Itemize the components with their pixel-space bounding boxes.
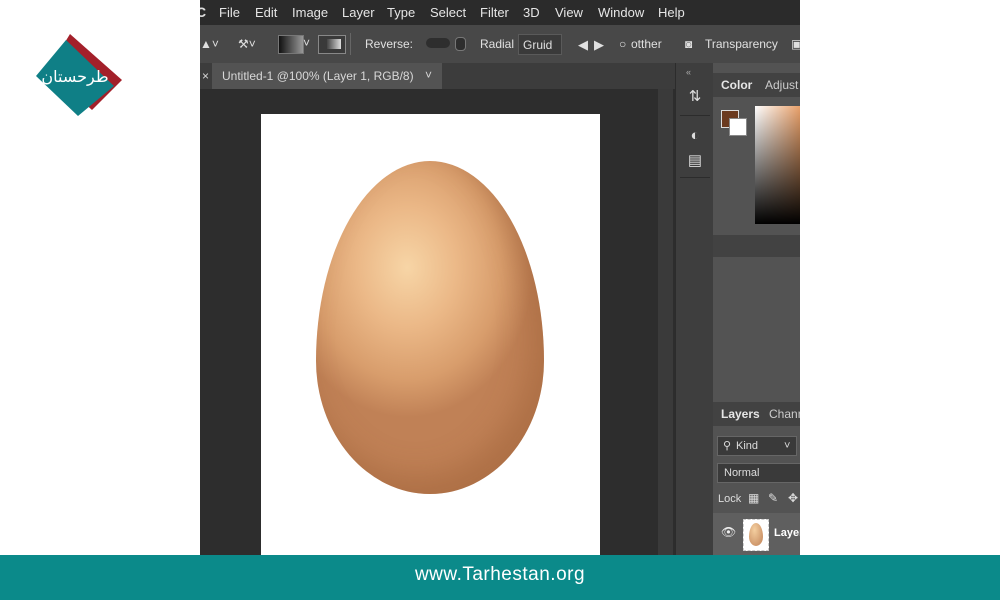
menu-edit[interactable]: Edit <box>255 5 277 20</box>
canvas-area[interactable] <box>200 89 675 555</box>
brush-icon[interactable]: ✎ <box>768 491 778 505</box>
footer-url[interactable]: www.Tarhestan.org <box>0 564 1000 586</box>
search-icon: ⚲ <box>723 440 732 452</box>
background-color-swatch[interactable] <box>729 118 747 136</box>
gruid-button[interactable]: Gruid <box>518 34 562 55</box>
gradient-tool-icon[interactable]: ▲˅ <box>200 37 219 51</box>
menu-help[interactable]: Help <box>658 5 685 20</box>
document-title: Untitled-1 @100% (Layer 1, RGB/8) <box>222 69 414 83</box>
lock-pixels-icon[interactable]: ▦ <box>748 491 759 505</box>
gradient-picker[interactable] <box>278 35 304 54</box>
document-canvas[interactable] <box>261 114 600 555</box>
layer-name: Layer <box>774 527 800 539</box>
footer-banner: www.Tarhestan.org <box>0 555 1000 600</box>
brand-logo: طرحستان <box>30 30 130 120</box>
tab-adjustments[interactable]: Adjust <box>765 78 798 92</box>
tab-channels[interactable]: Chann <box>769 407 800 421</box>
chevron-right-icon[interactable]: ▶ <box>594 37 604 53</box>
menu-select[interactable]: Select <box>430 5 466 20</box>
divider <box>680 177 710 178</box>
menu-file[interactable]: File <box>219 5 240 20</box>
blend-mode-select[interactable]: Normal <box>717 463 800 483</box>
reverse-toggle[interactable] <box>426 38 450 48</box>
right-panels: Color Adjust Layers Chann ⚲ Kind ˅ Norma… <box>713 63 800 555</box>
app-letter: C <box>200 4 207 20</box>
divider <box>350 33 351 55</box>
brush-preset-icon[interactable]: ⚒˅ <box>238 37 256 51</box>
lock-label: Lock <box>718 493 742 505</box>
transparency-checkbox-icon[interactable]: ◙ <box>685 37 692 51</box>
gradient-mode-button[interactable] <box>318 35 346 54</box>
collapse-icon[interactable]: « <box>686 67 691 77</box>
otther-label: otther <box>631 37 662 51</box>
reverse-label: Reverse: <box>365 37 414 51</box>
document-tab-bar: × Untitled-1 @100% (Layer 1, RGB/8) ˅ <box>200 63 675 89</box>
dither-toggle[interactable] <box>455 37 466 51</box>
divider <box>680 115 710 116</box>
photoshop-window: C File Edit Image Layer Type Select Filt… <box>200 0 800 555</box>
chevron-down-icon: ˅ <box>784 440 791 452</box>
move-icon[interactable]: ✥ <box>788 491 798 505</box>
history-icon[interactable]: ▤ <box>685 151 705 171</box>
menu-layer[interactable]: Layer <box>342 5 375 20</box>
otther-radio[interactable]: ○ <box>619 37 626 51</box>
layer-row[interactable]: 👁 Layer <box>713 513 800 555</box>
vertical-scrollbar[interactable] <box>658 89 673 555</box>
menu-bar: C File Edit Image Layer Type Select Filt… <box>200 0 800 25</box>
blend-mode-value: Normal <box>724 467 760 479</box>
chevron-left-icon[interactable]: ◀ <box>578 37 588 53</box>
close-icon[interactable]: × <box>202 69 209 83</box>
kind-label: Kind <box>736 440 759 452</box>
menu-view[interactable]: View <box>555 5 583 20</box>
tab-color[interactable]: Color <box>721 78 752 92</box>
radial-label[interactable]: Radial <box>480 37 514 51</box>
color-picker-field[interactable] <box>755 106 800 224</box>
linear-gradient-icon <box>327 39 341 49</box>
chevron-down-icon[interactable]: ˅ <box>303 36 310 50</box>
properties-icon[interactable]: ⇅ <box>685 87 705 107</box>
color-panel-tabs: Color Adjust <box>713 73 800 97</box>
egg-thumbnail-icon <box>749 523 763 546</box>
menu-image[interactable]: Image <box>292 5 328 20</box>
adjustments-icon[interactable]: ◐ <box>685 126 705 146</box>
layers-panel-tabs: Layers Chann <box>713 402 800 426</box>
visibility-eye-icon[interactable]: 👁 <box>721 525 736 539</box>
document-tab[interactable]: × Untitled-1 @100% (Layer 1, RGB/8) ˅ <box>202 63 442 89</box>
panel-dock-icons: « ⇅ ◐ ▤ <box>675 63 714 555</box>
layer-thumbnail <box>743 519 769 551</box>
menu-window[interactable]: Window <box>598 5 644 20</box>
menu-filter[interactable]: Filter <box>480 5 509 20</box>
tab-layers[interactable]: Layers <box>721 407 760 421</box>
checkbox-icon[interactable]: ▣ <box>791 37 800 51</box>
egg-illustration <box>316 161 544 494</box>
menu-3d[interactable]: 3D <box>523 5 540 20</box>
options-bar: ▲˅ ⚒˅ ˅ Reverse: Radial Gruid ◀ ▶ ○ otth… <box>200 25 800 63</box>
logo-icon: طرحستان <box>36 34 122 116</box>
svg-text:طرحستان: طرحستان <box>41 67 108 87</box>
transparency-label: Transparency <box>705 37 778 51</box>
kind-filter-select[interactable]: ⚲ Kind ˅ <box>717 436 797 456</box>
menu-type[interactable]: Type <box>387 5 415 20</box>
chevron-down-icon[interactable]: ˅ <box>425 68 432 82</box>
panel-divider <box>713 235 800 257</box>
gruid-label: Gruid <box>523 38 553 52</box>
